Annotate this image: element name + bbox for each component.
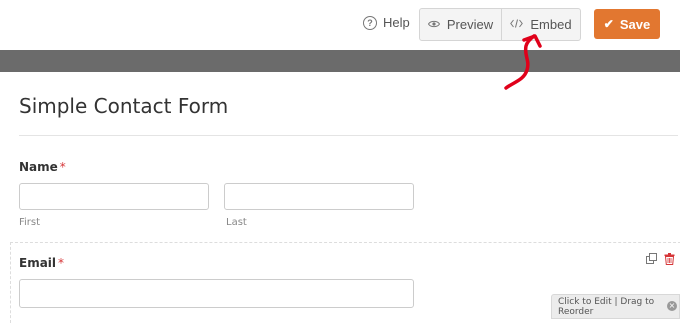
save-label: Save	[619, 16, 651, 32]
required-mark: *	[58, 256, 65, 270]
header-divider-bar	[0, 50, 680, 72]
email-input[interactable]	[19, 279, 414, 308]
close-icon[interactable]: ×	[667, 301, 677, 311]
trash-icon[interactable]	[664, 253, 675, 268]
help-button[interactable]: ? Help	[363, 15, 410, 30]
save-button[interactable]: ✔ Save	[594, 9, 660, 39]
builder-toolbar: ? Help Preview Embed ✔ Save	[0, 0, 680, 50]
field-actions	[646, 253, 675, 268]
form-title: Simple Contact Form	[19, 94, 229, 118]
email-label-text: Email	[19, 256, 57, 270]
help-label: Help	[383, 15, 410, 30]
help-icon: ?	[363, 15, 377, 30]
first-sublabel: First	[19, 217, 41, 228]
first-name-input[interactable]	[19, 183, 209, 210]
eye-icon	[427, 19, 440, 31]
preview-label: Preview	[446, 17, 494, 32]
reorder-hint-text: Click to Edit | Drag to Reorder	[558, 296, 655, 317]
email-field-label: Email *	[19, 256, 64, 270]
reorder-hint: Click to Edit | Drag to Reorder ×	[551, 294, 680, 319]
last-name-input[interactable]	[224, 183, 414, 210]
title-divider	[19, 135, 678, 136]
last-sublabel: Last	[226, 217, 247, 228]
form-canvas: Simple Contact Form Name * First Last Ema…	[0, 72, 680, 323]
preview-button[interactable]: Preview	[420, 9, 502, 40]
required-mark: *	[59, 160, 66, 174]
duplicate-icon[interactable]	[646, 253, 658, 268]
name-label-text: Name	[19, 160, 58, 174]
name-field-label: Name *	[19, 160, 66, 174]
check-icon: ✔	[603, 17, 614, 31]
code-icon	[510, 18, 524, 31]
